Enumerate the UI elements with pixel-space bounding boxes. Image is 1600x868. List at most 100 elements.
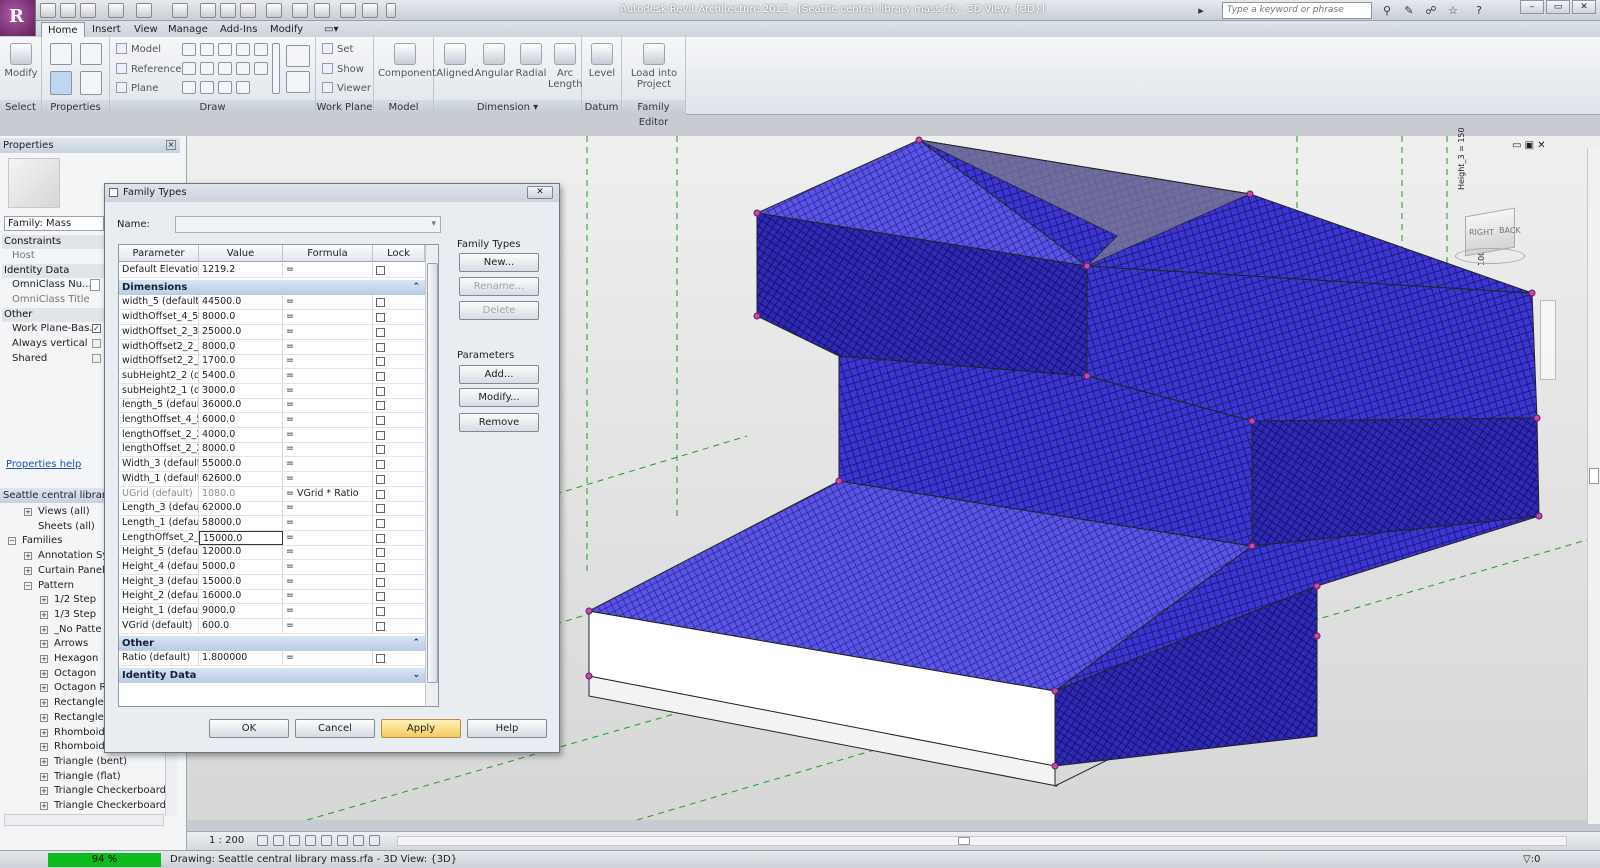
3d-view-icon[interactable] [266,3,282,18]
parameter-value-cell[interactable]: 5000.0 [199,560,283,574]
lock-checkbox[interactable] [376,654,385,664]
lock-checkbox[interactable] [376,592,385,602]
expand-icon[interactable]: + [40,802,48,810]
lock-checkbox[interactable] [376,533,385,543]
component-button[interactable]: Component [378,43,436,79]
radial-dimension-button[interactable]: Radial [514,43,548,79]
draw-partial-ellipse-icon[interactable] [200,81,214,94]
parameter-formula-cell[interactable]: = [283,383,373,398]
expand-icon[interactable]: + [40,625,48,634]
reference-plane-button[interactable]: Plane [116,82,158,94]
new-type-button[interactable]: New... [459,253,539,272]
text-icon[interactable] [240,3,256,18]
parameter-group-header[interactable]: Identity Data ⌄ [119,667,425,683]
parameter-row[interactable]: subHeight2_1 (de 3000.0 = [119,383,425,399]
communication-icon[interactable]: ☍ [1422,2,1440,19]
viewport-hscroll-thumb[interactable] [958,837,970,845]
collapse-chevron-icon[interactable]: ⌃ [412,636,420,651]
browser-item[interactable]: + Rectangle [40,711,104,725]
column-header-value[interactable]: Value [199,245,283,262]
lock-checkbox[interactable] [376,342,385,352]
browser-item[interactable]: − Pattern [24,579,74,593]
parameter-formula-cell[interactable]: = [283,618,373,633]
expand-icon[interactable]: + [40,728,48,737]
angular-dimension-button[interactable]: Angular [474,43,514,79]
tag-icon[interactable] [220,3,236,18]
work-plane-viewer-button[interactable]: Viewer [322,82,371,94]
parameter-row[interactable]: width_5 (default) 44500.0 = [119,295,425,311]
browser-item[interactable]: + Octagon [40,667,96,681]
expand-icon[interactable]: + [40,640,48,649]
always-vertical-checkbox[interactable] [92,339,101,348]
parameter-value-cell[interactable]: 15000.0 [199,574,283,589]
parameter-value-cell[interactable]: 62000.0 [199,501,283,516]
restore-button[interactable]: ▭ [1546,0,1570,14]
ribbon-options-icon[interactable]: ▭▾ [318,22,346,37]
modify-parameter-button[interactable]: Modify... [459,388,539,407]
tab-manage[interactable]: Manage [162,22,214,37]
sync-icon[interactable] [80,3,96,18]
parameter-row[interactable]: Length_3 (default 62000.0 = [119,501,425,517]
expand-icon[interactable]: + [24,566,32,575]
parameter-row[interactable]: Height_3 (default 15000.0 = [119,574,425,590]
collapse-chevron-icon[interactable]: ⌃ [412,280,420,295]
parameter-row[interactable]: lengthOffset_2_2_ 4000.0 = [119,427,425,443]
parameter-value-cell[interactable]: 8000.0 [199,442,283,457]
tab-view[interactable]: View [128,22,164,37]
family-types-icon[interactable] [50,43,72,65]
viewport-hscrollbar[interactable] [397,836,1567,846]
omniclass-browse-button[interactable] [90,279,100,291]
expand-icon[interactable]: + [40,669,48,678]
lock-checkbox[interactable] [376,298,385,308]
parameter-formula-cell[interactable]: = [283,427,373,442]
lock-checkbox[interactable] [376,460,385,470]
set-work-plane-button[interactable]: Set [322,43,353,55]
visual-style-icon[interactable] [273,835,284,846]
lock-checkbox[interactable] [376,445,385,455]
properties-help-link[interactable]: Properties help [6,459,81,470]
parameter-formula-cell[interactable]: = [283,560,373,574]
tab-home[interactable]: Home [41,22,85,37]
browser-item[interactable]: + Triangle Checkerboard (f [40,799,177,813]
parameter-value-cell[interactable]: 16000.0 [199,589,283,604]
parameter-formula-cell[interactable]: = [283,471,373,486]
draw-ellipse-icon[interactable] [182,81,196,94]
close-button[interactable]: ✕ [1572,0,1596,14]
parameter-group-header[interactable]: Dimensions ⌃ [119,279,425,295]
parameter-row[interactable]: UGrid (default) 1080.0 = VGrid * Ratio [119,486,425,502]
binoculars-icon[interactable]: ⚲ [1378,2,1396,19]
undo-icon[interactable] [108,3,124,18]
load-into-project-button[interactable]: Load into Project [626,43,682,90]
detail-level-icon[interactable] [257,835,268,846]
parameter-value-cell[interactable]: 15000.0 [199,530,283,545]
parameter-formula-cell[interactable]: = [283,589,373,604]
arc-length-dimension-button[interactable]: Arc Length [548,43,583,90]
parameter-formula-cell[interactable]: = [283,515,373,530]
model-line-button[interactable]: Model [116,43,161,55]
filter-count[interactable]: ▽:0 [1523,854,1540,865]
browser-hscrollbar[interactable] [4,814,164,826]
panel-title-dimension[interactable]: Dimension ▾ [434,100,581,115]
lock-checkbox[interactable] [376,621,385,631]
parameter-row[interactable]: VGrid (default) 600.0 = [119,618,425,634]
parameter-value-cell[interactable]: 1700.0 [199,354,283,369]
view-scale[interactable]: 1 : 200 [209,835,244,846]
delete-type-button[interactable]: Delete [459,301,539,320]
parameter-value-cell[interactable]: 62600.0 [199,471,283,486]
level-button[interactable]: Level [585,43,619,79]
browser-item[interactable]: +1/2 Step [40,593,96,607]
tab-insert[interactable]: Insert [86,22,127,37]
expand-icon[interactable]: + [40,772,48,781]
lock-checkbox[interactable] [376,371,385,381]
expand-icon[interactable]: + [40,713,48,722]
parameter-formula-cell[interactable]: = [283,651,373,666]
browser-item[interactable]: + Octagon R [40,681,106,695]
expand-icon[interactable]: + [40,757,48,766]
browser-item[interactable]: + Rhomboid [40,726,105,740]
browser-item[interactable]: + Views (all) [24,505,90,519]
expand-icon[interactable]: + [40,684,48,693]
parameter-value-cell[interactable]: 36000.0 [199,398,283,413]
browser-item[interactable]: + _No Patte [40,623,101,637]
rename-type-button[interactable]: Rename... [459,277,539,296]
parameter-row[interactable]: widthOffset_4_5 (8000.0 = [119,310,425,326]
